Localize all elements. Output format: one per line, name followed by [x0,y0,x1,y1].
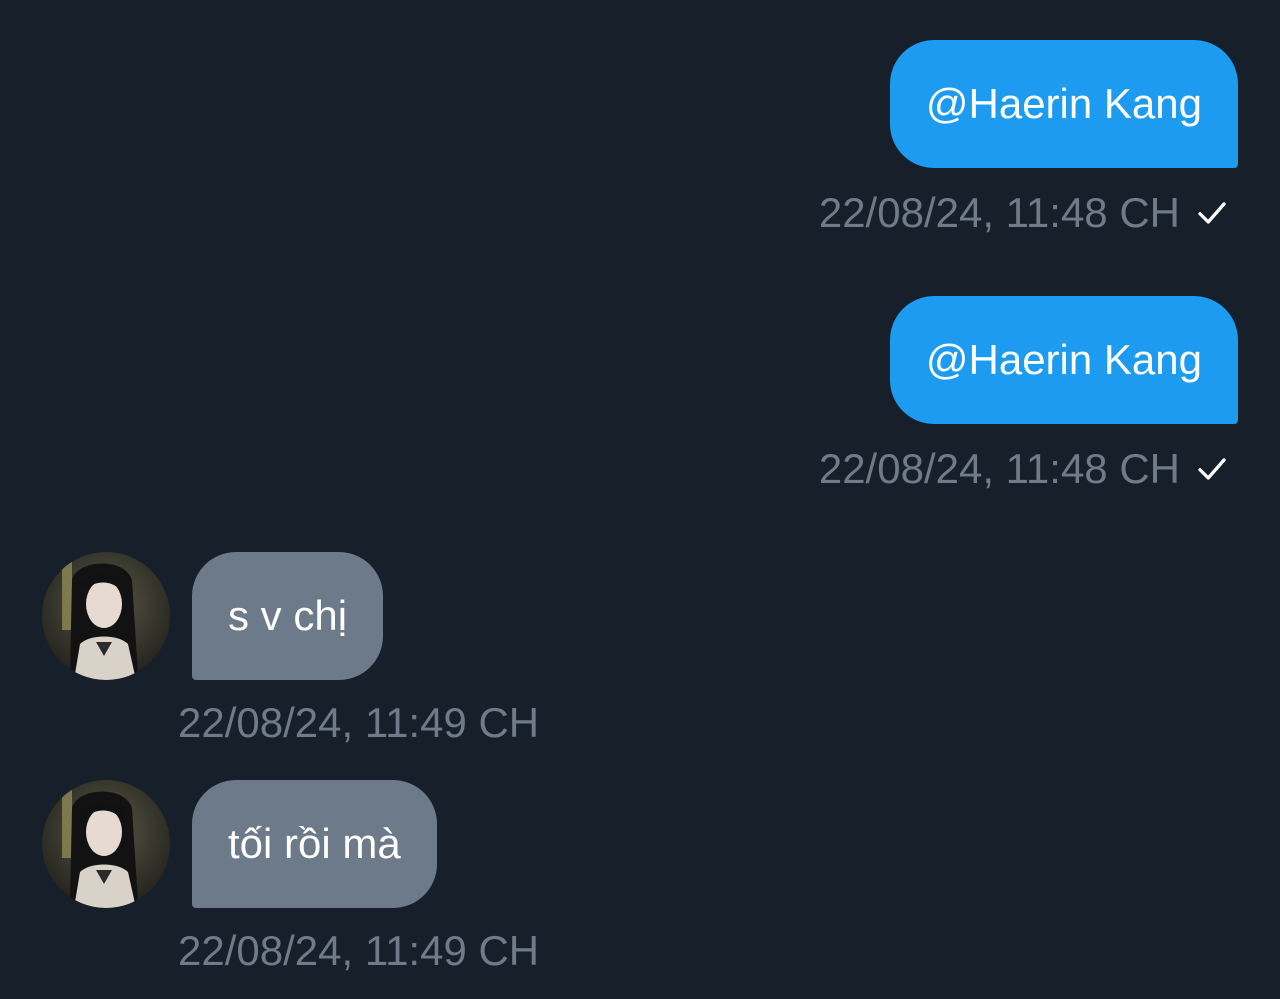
avatar[interactable] [42,552,170,680]
message-bubble-sent[interactable]: @Haerin Kang [889,296,1238,424]
check-icon [1198,458,1226,480]
message-text: tối rồi mà [228,820,401,867]
message-timestamp: 22/08/24, 11:48 CH [818,445,1180,492]
message-text: @Haerin Kang [925,336,1202,383]
message-thread: @Haerin Kang 22/08/24, 11:48 CH @Haerin … [0,0,1280,999]
message-text: @Haerin Kang [925,80,1202,127]
message-timestamp: 22/08/24, 11:48 CH [818,189,1180,236]
message-bubble-sent[interactable]: @Haerin Kang [889,40,1238,168]
message-bubble-received[interactable]: s v chị [192,552,384,680]
check-icon [1198,202,1226,224]
message-meta: 22/08/24, 11:49 CH [178,702,539,744]
message-meta: 22/08/24, 11:48 CH [819,448,1230,490]
avatar-image [42,552,170,680]
message-meta: 22/08/24, 11:48 CH [819,192,1230,234]
message-bubble-received[interactable]: tối rồi mà [192,780,437,908]
message-timestamp: 22/08/24, 11:49 CH [178,927,540,974]
avatar[interactable] [42,780,170,908]
message-text: s v chị [228,592,348,639]
message-timestamp: 22/08/24, 11:49 CH [178,699,540,746]
avatar-image [42,780,170,908]
message-meta: 22/08/24, 11:49 CH [178,930,539,972]
